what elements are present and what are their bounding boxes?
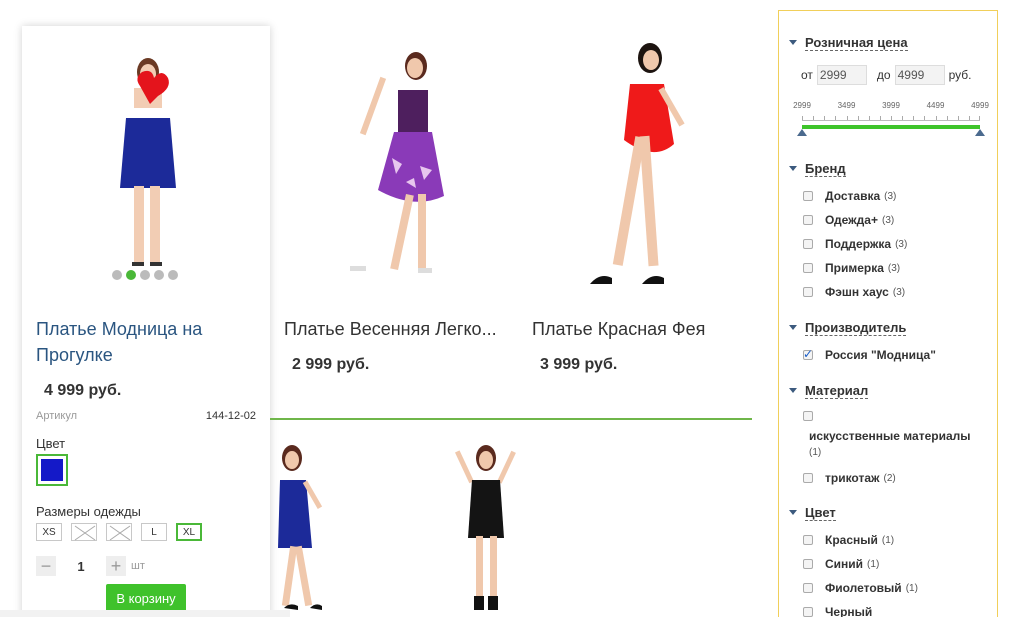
checkbox[interactable]: [803, 191, 813, 201]
product-title[interactable]: Платье Красная Фея: [532, 316, 760, 342]
price-slider[interactable]: 2999 3499 3999 4499 4999: [793, 101, 989, 136]
checkbox[interactable]: [803, 411, 813, 421]
slider-dot[interactable]: [168, 270, 178, 280]
product-card[interactable]: Платье Красная Фея 3 999 руб.: [518, 26, 766, 416]
product-photo[interactable]: [518, 26, 766, 296]
filter-title-brand[interactable]: Бренд: [805, 161, 846, 177]
size-selector: XS L XL: [36, 523, 202, 541]
article-label: Артикул: [36, 410, 78, 422]
filter-title-price[interactable]: Розничная цена: [805, 35, 908, 51]
slider-dot[interactable]: [154, 270, 164, 280]
product-title[interactable]: Платье Весенняя Легко...: [284, 316, 512, 342]
price-scale-label: 2999: [793, 101, 811, 110]
color-swatch-blue[interactable]: [36, 454, 68, 486]
checkbox[interactable]: [803, 239, 813, 249]
price-slider-track[interactable]: [802, 125, 980, 129]
size-option-xs[interactable]: XS: [36, 523, 62, 541]
size-option-xl[interactable]: XL: [176, 523, 202, 541]
checkbox[interactable]: [803, 263, 813, 273]
quantity-stepper: − 1 + шт: [36, 556, 145, 576]
qty-plus-button[interactable]: +: [106, 556, 126, 576]
checkbox[interactable]: [803, 583, 813, 593]
checkbox[interactable]: [803, 215, 813, 225]
product-photo[interactable]: [270, 26, 518, 296]
slider-dot[interactable]: [112, 270, 122, 280]
filter-option-material-count: (1): [809, 447, 822, 458]
qty-minus-button[interactable]: −: [36, 556, 56, 576]
price-scale-label: 3499: [837, 101, 856, 110]
filter-option-manufacturer[interactable]: Россия "Модница": [803, 347, 936, 362]
price-currency: руб.: [948, 68, 972, 82]
price-scale-ticks: [802, 111, 981, 121]
article-row: Артикул 144-12-02: [36, 410, 256, 422]
checkbox[interactable]: [803, 473, 813, 483]
filter-sidebar: Розничная цена от 2999 до 4999 руб. 2999…: [778, 10, 998, 617]
price-to-input[interactable]: 4999: [894, 65, 945, 85]
filter-option-brand[interactable]: Доставка (3): [803, 189, 896, 203]
filter-option-color[interactable]: Красный (1): [803, 533, 894, 547]
price-from-input[interactable]: 2999: [816, 65, 867, 85]
price-from-label: от: [801, 68, 813, 82]
price-scale-label: 4999: [971, 101, 989, 110]
product-price: 3 999 руб.: [540, 356, 618, 373]
filter-option-brand[interactable]: Примерка (3): [803, 261, 900, 275]
product-price: 2 999 руб.: [292, 356, 370, 373]
filter-option-brand[interactable]: Поддержка (3): [803, 237, 907, 251]
product-price: 4 999 руб.: [44, 382, 122, 399]
price-to-label: до: [876, 68, 891, 82]
price-scale-label: 4499: [926, 101, 945, 110]
filter-title-material[interactable]: Материал: [805, 383, 869, 399]
slider-dot[interactable]: [140, 270, 150, 280]
checkbox[interactable]: [803, 535, 813, 545]
price-slider-max-handle[interactable]: [975, 129, 985, 136]
checkbox[interactable]: [803, 287, 813, 297]
catalog: Платье Модница на Прогулке 4 999 руб. Ар…: [0, 0, 770, 617]
price-scale-label: 3999: [882, 101, 900, 110]
color-label: Цвет: [36, 436, 66, 451]
sizes-label: Размеры одежды: [36, 504, 141, 519]
product-photo[interactable]: [270, 440, 350, 617]
row-divider: [270, 418, 752, 420]
filter-option-brand[interactable]: Одежда+ (3): [803, 213, 894, 227]
filter-title-manufacturer[interactable]: Производитель: [805, 320, 907, 336]
checkbox[interactable]: [803, 559, 813, 569]
caret-down-icon[interactable]: [789, 325, 797, 330]
product-photo[interactable]: [450, 440, 530, 617]
product-title[interactable]: Платье Модница на Прогулке: [36, 316, 256, 368]
filter-option-color[interactable]: Синий (1): [803, 557, 879, 571]
product-card[interactable]: Платье Весенняя Легко... 2 999 руб.: [270, 26, 518, 416]
size-option-l[interactable]: L: [141, 523, 167, 541]
qty-unit: шт: [131, 560, 145, 572]
product-photo[interactable]: [22, 26, 270, 296]
article-value: 144-12-02: [205, 410, 256, 422]
filter-title-color[interactable]: Цвет: [805, 505, 836, 521]
filter-option-brand[interactable]: Фэшн хаус (3): [803, 285, 905, 299]
size-option-unavailable: [71, 523, 97, 541]
caret-down-icon[interactable]: [789, 388, 797, 393]
slider-dot-active[interactable]: [126, 270, 136, 280]
caret-down-icon[interactable]: [789, 40, 797, 45]
product-card[interactable]: Платье Модница на Прогулке 4 999 руб. Ар…: [22, 26, 270, 617]
price-slider-min-handle[interactable]: [797, 129, 807, 136]
filter-option-color[interactable]: Фиолетовый (1): [803, 581, 918, 595]
caret-down-icon[interactable]: [789, 166, 797, 171]
price-scale-labels: 2999 3499 3999 4499 4999: [793, 101, 989, 111]
photo-slider-dots: [112, 270, 178, 280]
filter-option-material[interactable]: трикотаж (2): [803, 471, 896, 485]
price-range-inputs: от 2999 до 4999 руб.: [801, 65, 971, 85]
size-option-unavailable: [106, 523, 132, 541]
page-bottom-edge: [0, 610, 290, 617]
filter-option-color[interactable]: Черный: [803, 605, 876, 617]
caret-down-icon[interactable]: [789, 510, 797, 515]
qty-input[interactable]: 1: [56, 559, 106, 574]
checkbox-checked[interactable]: [803, 347, 813, 361]
checkbox[interactable]: [803, 607, 813, 617]
filter-option-material-label[interactable]: искусственные материалы: [809, 429, 971, 443]
